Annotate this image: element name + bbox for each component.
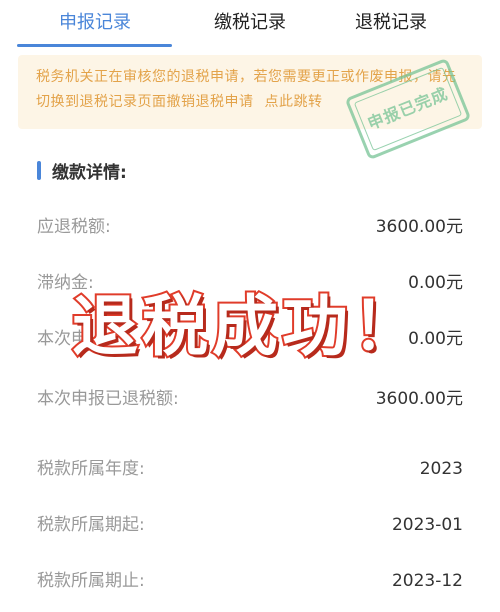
notice-jump-link[interactable]: 点此跳转: [264, 94, 322, 110]
detail-row-period-start: 税款所属期起: 2023-01: [37, 512, 463, 538]
tab-bar: 申报记录 缴税记录 退税记录: [0, 0, 500, 48]
tab-refund-records[interactable]: 退税记录: [306, 8, 476, 38]
tab-declaration-records[interactable]: 申报记录: [10, 8, 180, 38]
detail-row-refunded-amount: 本次申报已退税额: 3600.00元: [37, 386, 463, 412]
detail-value: 2023-01: [391, 515, 463, 535]
detail-label: 税款所属期止:: [37, 571, 145, 591]
detail-value: 3600.00元: [375, 217, 463, 237]
detail-label: 应退税额:: [37, 217, 111, 237]
section-title: 缴款详情:: [52, 163, 127, 183]
refund-success-overlay-text: 退税成功！: [70, 286, 422, 367]
detail-label: 税款所属年度:: [37, 459, 145, 479]
detail-label: 本次申报已退税额:: [37, 389, 179, 409]
detail-value: 2023-12: [391, 571, 463, 591]
detail-value: 3600.00元: [375, 389, 463, 409]
section-accent-bar: [37, 161, 41, 180]
detail-label: 税款所属期起:: [37, 515, 145, 535]
detail-value: 2023: [419, 459, 463, 479]
active-tab-indicator: [17, 44, 172, 47]
detail-row-refund-due: 应退税额: 3600.00元: [37, 214, 463, 240]
detail-row-tax-year: 税款所属年度: 2023: [37, 456, 463, 482]
detail-row-period-end: 税款所属期止: 2023-12: [37, 568, 463, 594]
